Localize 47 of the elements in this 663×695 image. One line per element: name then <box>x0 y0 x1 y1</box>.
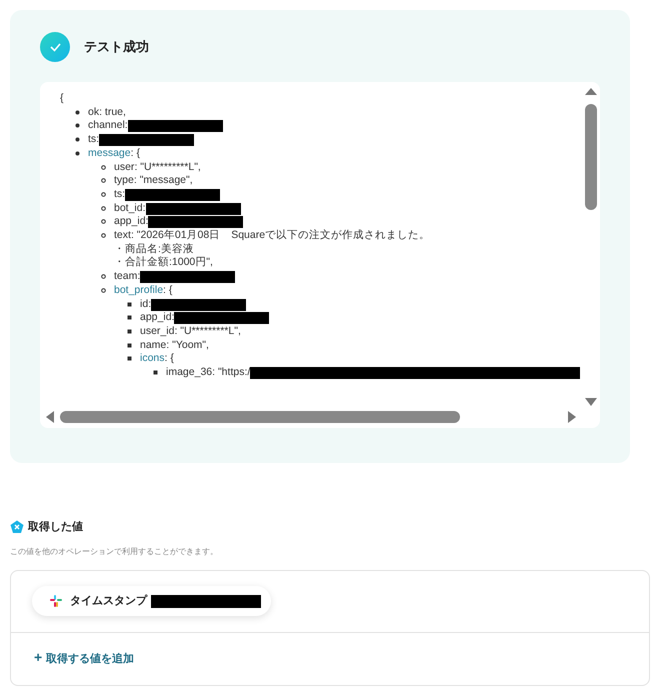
value-chip[interactable]: タイムスタンプ <box>32 586 271 616</box>
json-brace: { <box>60 92 65 106</box>
bullet-icon <box>101 274 106 280</box>
bullet-icon <box>75 150 80 156</box>
value-label: タイムスタンプ <box>70 594 147 608</box>
json-line: app_id: <box>140 311 174 325</box>
json-line: text: "2026年01月08日 Squareで以下の注文が作成されました。 <box>114 229 430 243</box>
json-line: name: "Yoom", <box>140 338 209 352</box>
json-line: ts: <box>88 133 100 147</box>
section-description: この値を他のオペレーションで利用することができます。 <box>10 546 219 558</box>
bullet-icon <box>101 192 106 197</box>
add-value-link[interactable]: + 取得する値を追加 <box>34 653 134 665</box>
bullet-icon <box>127 315 132 320</box>
json-line: channel: <box>88 119 128 134</box>
pentagon-icon <box>10 520 24 534</box>
bullet-icon <box>127 342 132 348</box>
bullet-icon <box>153 370 158 376</box>
json-line: id: <box>140 298 152 312</box>
json-line: icons: { <box>140 352 174 366</box>
bullet-icon <box>101 178 106 184</box>
json-line: ・商品名:美容液 <box>114 242 194 256</box>
json-line: type: "message", <box>114 174 193 188</box>
bullet-icon <box>101 219 106 224</box>
bullet-icon <box>75 137 80 142</box>
bullet-icon <box>127 302 132 307</box>
bullet-icon <box>101 288 106 293</box>
json-line: app_id: <box>114 215 148 230</box>
json-line: bot_id: <box>114 202 146 216</box>
pinwheel-icon <box>50 594 62 607</box>
status-title: テスト成功 <box>84 38 149 56</box>
bullet-icon <box>127 356 132 362</box>
bullet-icon <box>101 164 106 170</box>
section-title: 取得した値 <box>28 520 83 535</box>
json-line: bot_profile: { <box>114 284 172 298</box>
json-line: user: "U*********L", <box>114 160 201 174</box>
json-line: user_id: "U*********L", <box>140 324 241 339</box>
json-line: team: <box>114 270 140 284</box>
json-line: ・合計金額:1000円", <box>114 256 213 270</box>
bullet-icon <box>75 123 80 128</box>
bullet-icon <box>101 206 106 211</box>
json-line: message: { <box>88 146 140 161</box>
json-line: ts: <box>114 188 126 202</box>
bullet-icon <box>101 233 106 238</box>
json-line: image_36: "https:/ <box>166 366 250 380</box>
json-line: ok: true, <box>88 106 126 120</box>
bullet-icon <box>127 328 132 334</box>
bullet-icon <box>75 110 80 115</box>
